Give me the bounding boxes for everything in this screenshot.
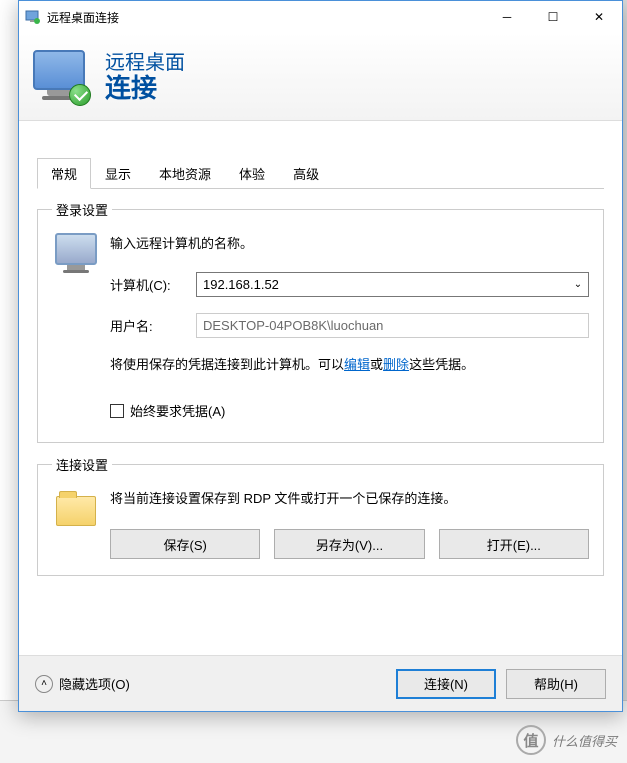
chevron-down-icon[interactable]: ⌄ bbox=[568, 273, 588, 296]
header-line1: 远程桌面 bbox=[105, 52, 185, 74]
login-instruction: 输入远程计算机的名称。 bbox=[110, 233, 589, 252]
header-line2: 连接 bbox=[105, 74, 185, 103]
save-as-button[interactable]: 另存为(V)... bbox=[274, 529, 424, 559]
watermark-badge: 值 bbox=[516, 725, 546, 755]
tab-local-resources[interactable]: 本地资源 bbox=[145, 158, 225, 189]
conn-legend: 连接设置 bbox=[52, 455, 112, 474]
close-button[interactable]: ✕ bbox=[576, 2, 622, 32]
login-legend: 登录设置 bbox=[52, 200, 112, 219]
edit-credentials-link[interactable]: 编辑 bbox=[344, 357, 370, 372]
rdp-icon bbox=[29, 46, 91, 108]
save-button[interactable]: 保存(S) bbox=[110, 529, 260, 559]
tab-display[interactable]: 显示 bbox=[91, 158, 145, 189]
tab-experience[interactable]: 体验 bbox=[225, 158, 279, 189]
rdp-dialog: 远程桌面连接 ─ ☐ ✕ 远程桌面 连接 常规 显示 本地资源 体验 高级 登录… bbox=[18, 0, 623, 712]
window-title: 远程桌面连接 bbox=[47, 9, 119, 26]
watermark-text: 什么值得买 bbox=[552, 731, 617, 750]
app-icon bbox=[25, 9, 41, 25]
computer-combobox[interactable]: ⌄ bbox=[196, 272, 589, 297]
username-label: 用户名: bbox=[110, 316, 196, 335]
minimize-button[interactable]: ─ bbox=[484, 2, 530, 32]
maximize-button[interactable]: ☐ bbox=[530, 2, 576, 32]
chevron-up-icon: ˄ bbox=[35, 675, 53, 693]
watermark: 值 什么值得买 bbox=[516, 725, 617, 755]
connect-button[interactable]: 连接(N) bbox=[396, 669, 496, 699]
login-settings-group: 登录设置 输入远程计算机的名称。 计算机(C): ⌄ 用户名: bbox=[37, 200, 604, 443]
delete-credentials-link[interactable]: 删除 bbox=[383, 357, 409, 372]
tab-strip: 常规 显示 本地资源 体验 高级 bbox=[37, 157, 604, 189]
credentials-note: 将使用保存的凭据连接到此计算机。可以编辑或删除这些凭据。 bbox=[110, 354, 589, 373]
folder-icon bbox=[52, 484, 100, 559]
dialog-footer: ˄ 隐藏选项(O) 连接(N) 帮助(H) bbox=[19, 655, 622, 711]
titlebar[interactable]: 远程桌面连接 ─ ☐ ✕ bbox=[19, 1, 622, 33]
always-prompt-checkbox[interactable]: 始终要求凭据(A) bbox=[110, 401, 589, 420]
dialog-header: 远程桌面 连接 bbox=[19, 33, 622, 121]
computer-input[interactable] bbox=[197, 273, 568, 296]
help-button[interactable]: 帮助(H) bbox=[506, 669, 606, 699]
connection-settings-group: 连接设置 将当前连接设置保存到 RDP 文件或打开一个已保存的连接。 保存(S)… bbox=[37, 455, 604, 576]
checkbox-box[interactable] bbox=[110, 404, 124, 418]
hide-options-toggle[interactable]: ˄ 隐藏选项(O) bbox=[35, 674, 130, 693]
monitor-icon bbox=[52, 229, 100, 426]
computer-label: 计算机(C): bbox=[110, 275, 196, 294]
username-field: DESKTOP-04POB8K\luochuan bbox=[196, 313, 589, 338]
conn-description: 将当前连接设置保存到 RDP 文件或打开一个已保存的连接。 bbox=[110, 488, 589, 507]
tab-advanced[interactable]: 高级 bbox=[279, 158, 333, 189]
checkbox-label: 始终要求凭据(A) bbox=[130, 401, 225, 420]
open-button[interactable]: 打开(E)... bbox=[439, 529, 589, 559]
tab-general[interactable]: 常规 bbox=[37, 158, 91, 189]
